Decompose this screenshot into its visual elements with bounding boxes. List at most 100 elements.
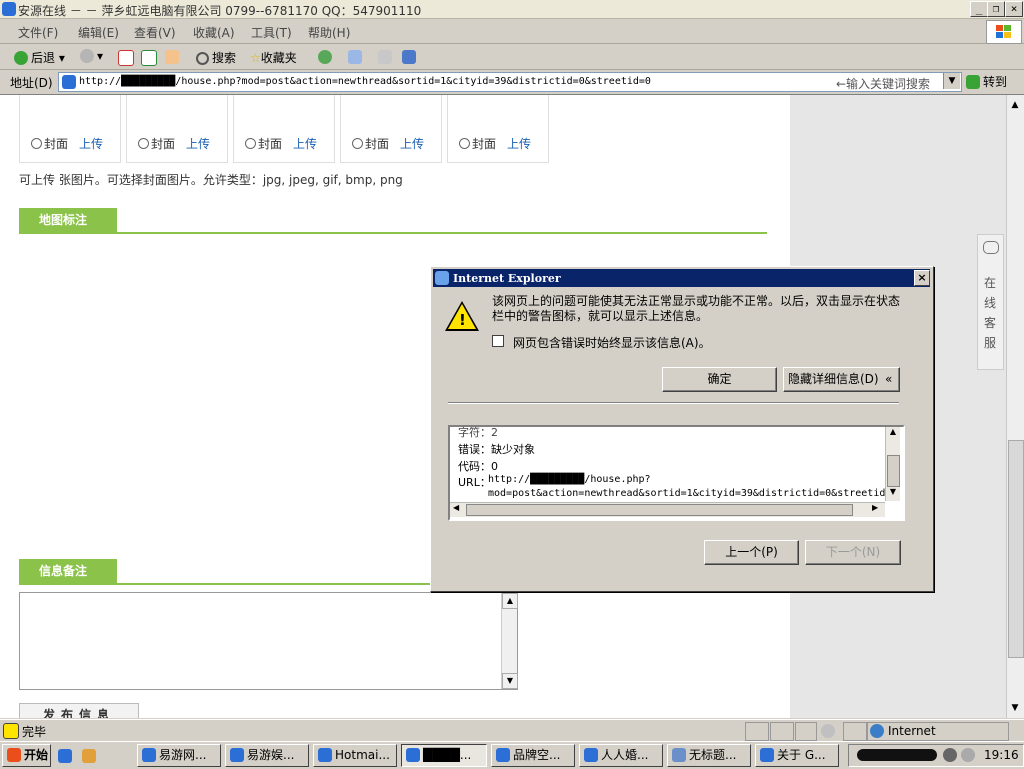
- warning-icon[interactable]: [3, 723, 19, 739]
- address-input[interactable]: http://█████████/house.php?mod=post&acti…: [58, 72, 962, 92]
- tray-icon[interactable]: [961, 748, 975, 762]
- go-button[interactable]: 转到: [966, 73, 1007, 90]
- task-item[interactable]: Hotmai...: [313, 744, 397, 767]
- scroll-right-icon[interactable]: ▶: [872, 503, 878, 512]
- image-slot: 封面 上传: [447, 95, 549, 163]
- menu-edit[interactable]: 编辑(E): [78, 24, 119, 41]
- close-button[interactable]: ×: [1005, 1, 1023, 17]
- upload-link[interactable]: 上传: [507, 135, 531, 152]
- menu-favorites[interactable]: 收藏(A): [193, 24, 235, 41]
- details-vscroll[interactable]: ▲ ▼: [885, 427, 900, 501]
- system-tray: 19:16: [848, 744, 1024, 767]
- refresh-icon[interactable]: [141, 50, 157, 66]
- detail-char: 字符：2: [458, 426, 498, 439]
- cover-radio[interactable]: [245, 138, 256, 149]
- cover-label: 封面: [258, 137, 283, 151]
- address-label: 地址(D): [10, 76, 53, 90]
- next-button[interactable]: 下一个(N): [805, 540, 901, 565]
- quicklaunch-icon[interactable]: [82, 749, 96, 763]
- upload-link[interactable]: 上传: [186, 135, 210, 152]
- edit-icon[interactable]: [402, 50, 416, 64]
- address-dropdown-icon[interactable]: ▼: [943, 73, 960, 89]
- menu-tools[interactable]: 工具(T): [251, 24, 292, 41]
- notes-textarea[interactable]: ▲ ▼: [19, 592, 518, 690]
- history-icon[interactable]: [318, 50, 332, 64]
- home-icon[interactable]: [165, 50, 179, 64]
- cover-label: 封面: [472, 137, 497, 151]
- scroll-down-icon[interactable]: ▼: [1007, 700, 1023, 716]
- cover-label: 封面: [44, 137, 69, 151]
- start-button[interactable]: 开始: [2, 744, 51, 767]
- task-item[interactable]: 品牌空...: [491, 744, 575, 767]
- windows-flag-icon: [7, 748, 21, 762]
- scroll-down-icon[interactable]: ▼: [502, 673, 518, 689]
- scroll-down-icon[interactable]: ▼: [886, 487, 900, 496]
- tray-icon[interactable]: [943, 748, 957, 762]
- detail-url-label: URL：: [458, 476, 491, 489]
- minimize-button[interactable]: _: [970, 1, 988, 17]
- clock: 19:16: [984, 748, 1019, 762]
- status-pane: [745, 722, 769, 741]
- forward-button[interactable]: ▾: [80, 49, 103, 63]
- upload-link[interactable]: 上传: [400, 135, 424, 152]
- print-icon[interactable]: [378, 50, 392, 64]
- ie-icon: [760, 748, 774, 762]
- always-show-checkbox[interactable]: [492, 335, 504, 347]
- image-slot: 封面 上传: [233, 95, 335, 163]
- back-button[interactable]: 后退 ▾: [14, 49, 65, 66]
- cover-label: 封面: [151, 137, 176, 151]
- status-pane: [770, 722, 794, 741]
- menu-view[interactable]: 查看(V): [134, 24, 176, 41]
- popup-blocked-icon[interactable]: [821, 724, 835, 738]
- scroll-up-icon[interactable]: ▲: [1007, 97, 1023, 113]
- forward-arrow-icon: [80, 49, 94, 63]
- ok-button[interactable]: 确定: [662, 367, 777, 392]
- upload-link[interactable]: 上传: [79, 135, 103, 152]
- scroll-thumb[interactable]: [887, 455, 900, 487]
- upload-link[interactable]: 上传: [293, 135, 317, 152]
- search-button[interactable]: 搜索: [196, 49, 236, 66]
- chat-bubble-icon: [983, 241, 999, 254]
- cover-radio[interactable]: [31, 138, 42, 149]
- error-details-box[interactable]: 字符：2 错误：缺少对象 代码：0 URL： http://█████████/…: [448, 425, 905, 521]
- mail-icon[interactable]: [348, 50, 362, 64]
- page-scrollbar[interactable]: ▲ ▼: [1006, 95, 1024, 718]
- scroll-up-icon[interactable]: ▲: [502, 593, 518, 609]
- task-item[interactable]: 关于 G...: [755, 744, 839, 767]
- cover-radio[interactable]: [459, 138, 470, 149]
- status-text: 完毕: [22, 725, 47, 739]
- cover-radio[interactable]: [138, 138, 149, 149]
- menu-file[interactable]: 文件(F): [18, 24, 58, 41]
- task-item[interactable]: 人人婚...: [579, 744, 663, 767]
- image-slot: 封面 上传: [19, 95, 121, 163]
- details-hscroll[interactable]: ◀ ▶: [450, 502, 885, 517]
- toolbar: 后退 ▾ ▾ 搜索 ☆收藏夹: [0, 44, 1024, 70]
- scroll-up-icon[interactable]: ▲: [886, 427, 900, 436]
- textarea-scrollbar[interactable]: ▲ ▼: [501, 593, 518, 689]
- publish-button[interactable]: 发布信息: [19, 703, 139, 718]
- ie-icon: [435, 271, 449, 285]
- task-item-active[interactable]: ████...: [401, 744, 487, 767]
- online-service-widget[interactable]: 在 线 客 服: [977, 234, 1004, 370]
- restore-button[interactable]: ❐: [987, 1, 1005, 17]
- dialog-titlebar: Internet Explorer ×: [433, 269, 930, 287]
- previous-button[interactable]: 上一个(P): [704, 540, 799, 565]
- scroll-thumb[interactable]: [466, 504, 853, 516]
- menu-help[interactable]: 帮助(H): [308, 24, 350, 41]
- ie-quicklaunch-icon[interactable]: [58, 749, 72, 763]
- dialog-close-button[interactable]: ×: [914, 270, 930, 286]
- cover-radio[interactable]: [352, 138, 363, 149]
- hide-details-button[interactable]: 隐藏详细信息(D) «: [783, 367, 900, 392]
- dialog-separator: [448, 402, 899, 404]
- scroll-left-icon[interactable]: ◀: [453, 503, 459, 512]
- keyword-search-hint[interactable]: ←输入关键词搜索: [836, 75, 930, 92]
- favorites-button[interactable]: ☆收藏夹: [250, 49, 297, 66]
- scroll-thumb[interactable]: [1008, 440, 1024, 658]
- always-show-label: 网页包含错误时始终显示该信息(A)。: [513, 336, 711, 350]
- stop-icon[interactable]: [118, 50, 134, 66]
- page-icon: [62, 75, 76, 89]
- section-tab-notes: 信息备注: [19, 559, 117, 584]
- task-item[interactable]: 无标题...: [667, 744, 751, 767]
- task-item[interactable]: 易游娱...: [225, 744, 309, 767]
- task-item[interactable]: 易游网...: [137, 744, 221, 767]
